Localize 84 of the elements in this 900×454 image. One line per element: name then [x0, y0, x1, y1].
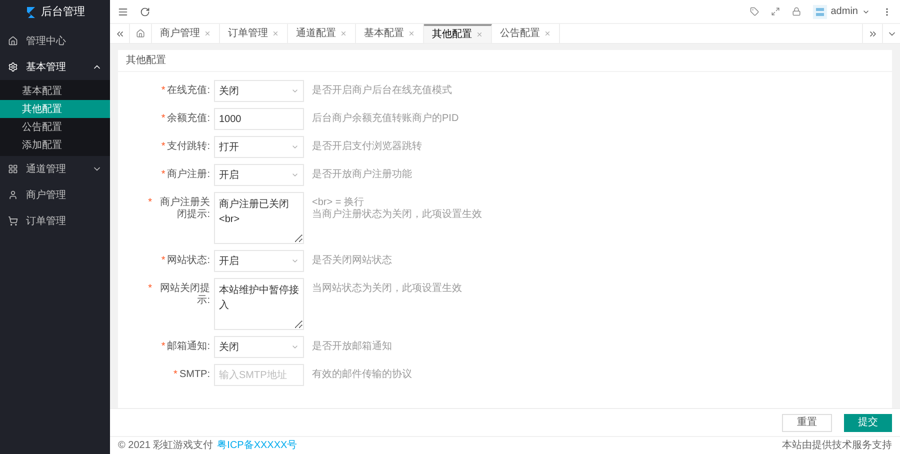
- required-mark: *: [148, 283, 152, 295]
- refresh-icon[interactable]: [140, 6, 150, 16]
- double-chevron-right-icon: [868, 28, 878, 38]
- field-label: 网站关闭提示:: [159, 283, 210, 307]
- close-icon[interactable]: [272, 30, 279, 37]
- close-icon[interactable]: [204, 30, 211, 37]
- tab[interactable]: 订单管理: [220, 24, 288, 43]
- close-icon[interactable]: [408, 30, 415, 37]
- required-mark: *: [161, 141, 166, 153]
- submit-button[interactable]: 提交: [844, 414, 892, 432]
- select-field[interactable]: 关闭: [214, 80, 304, 102]
- required-mark: *: [161, 255, 166, 267]
- settings-icon: [8, 62, 18, 72]
- close-icon[interactable]: [476, 31, 483, 38]
- field-hint: 当商户注册状态为关闭，此项设置生效: [312, 209, 482, 221]
- required-mark: *: [174, 369, 178, 381]
- field-hint: 是否开启支付浏览器跳转: [312, 141, 422, 153]
- user-menu[interactable]: admin: [812, 4, 870, 19]
- field-label: 邮箱通知:: [167, 341, 210, 353]
- select-field[interactable]: 关闭: [214, 336, 304, 358]
- copyright-text: © 2021 彩虹游戏支付: [118, 438, 214, 453]
- field-hint: 是否开放商户注册功能: [312, 169, 412, 181]
- logo-title: 后台管理: [41, 4, 85, 20]
- support-text: 本站由提供技术服务支持: [782, 438, 892, 453]
- field-hint: 是否开启商户后台在线充值模式: [312, 85, 452, 97]
- fullscreen-icon[interactable]: [770, 7, 780, 16]
- field-label: 在线充值:: [167, 85, 210, 97]
- close-icon[interactable]: [340, 30, 347, 37]
- submenu-item[interactable]: 基本配置: [0, 82, 110, 100]
- select-field[interactable]: 开启: [214, 250, 304, 272]
- required-mark: *: [161, 85, 166, 97]
- submenu-item[interactable]: 公告配置: [0, 118, 110, 136]
- field-hint: 是否关闭网站状态: [312, 255, 392, 267]
- user-icon: [8, 190, 18, 200]
- field-label: 支付跳转:: [167, 141, 210, 153]
- field-hint: <br> = 换行: [312, 197, 365, 208]
- field-label: 网站状态:: [167, 255, 210, 267]
- select-field[interactable]: 打开: [214, 136, 304, 158]
- field-label: 余额充值:: [167, 113, 210, 125]
- tab[interactable]: 其他配置: [424, 24, 492, 43]
- field-hint: 是否开放邮箱通知: [312, 341, 392, 353]
- dropdown-icon: [291, 171, 299, 179]
- dropdown-icon: [291, 143, 299, 151]
- submenu-item[interactable]: 其他配置: [0, 100, 110, 118]
- field-hint: 后台商户余额充值转账商户的PID: [312, 113, 459, 125]
- avatar-icon: [812, 4, 827, 18]
- cart-icon: [8, 216, 18, 226]
- field-hint: 有效的邮件传输的协议: [312, 369, 412, 381]
- required-mark: *: [148, 197, 152, 209]
- field-label: SMTP:: [179, 369, 210, 381]
- reset-button[interactable]: 重置: [782, 414, 832, 432]
- field-label: 商户注册关闭提示:: [159, 197, 210, 221]
- menu-icon[interactable]: [118, 6, 128, 16]
- sidebar-item[interactable]: 管理中心: [0, 28, 110, 54]
- tab[interactable]: 通道配置: [288, 24, 356, 43]
- home-icon: [8, 36, 18, 46]
- text-area[interactable]: 商户注册已关闭<br>: [214, 192, 304, 244]
- double-chevron-left-icon: [114, 28, 124, 38]
- card-title: 其他配置: [126, 54, 166, 68]
- input-field[interactable]: 输入SMTP地址: [214, 364, 304, 386]
- home-icon: [136, 29, 145, 38]
- dropdown-icon: [291, 343, 299, 351]
- input-field[interactable]: 1000: [214, 108, 304, 130]
- dropdown-icon: [291, 257, 299, 265]
- text-area[interactable]: 本站维护中暂停接入: [214, 278, 304, 330]
- lock-icon[interactable]: [792, 7, 801, 16]
- tab[interactable]: 商户管理: [152, 24, 220, 43]
- required-mark: *: [161, 169, 166, 181]
- field-hint: 当网站状态为关闭，此项设置生效: [312, 283, 462, 295]
- sidebar-item[interactable]: 基本管理: [0, 54, 110, 80]
- required-mark: *: [161, 113, 166, 125]
- dropdown-icon: [291, 87, 299, 95]
- field-label: 商户注册:: [167, 169, 210, 181]
- close-icon[interactable]: [544, 30, 551, 37]
- sidebar-item[interactable]: 订单管理: [0, 208, 110, 234]
- grid-icon: [8, 164, 18, 174]
- tag-icon[interactable]: [750, 7, 759, 16]
- submenu-item[interactable]: 添加配置: [0, 136, 110, 154]
- required-mark: *: [161, 341, 166, 353]
- tab[interactable]: 公告配置: [492, 24, 560, 43]
- logo-icon: [25, 5, 37, 19]
- select-field[interactable]: 开启: [214, 164, 304, 186]
- sidebar-item[interactable]: 商户管理: [0, 182, 110, 208]
- sidebar-item[interactable]: 通道管理: [0, 156, 110, 182]
